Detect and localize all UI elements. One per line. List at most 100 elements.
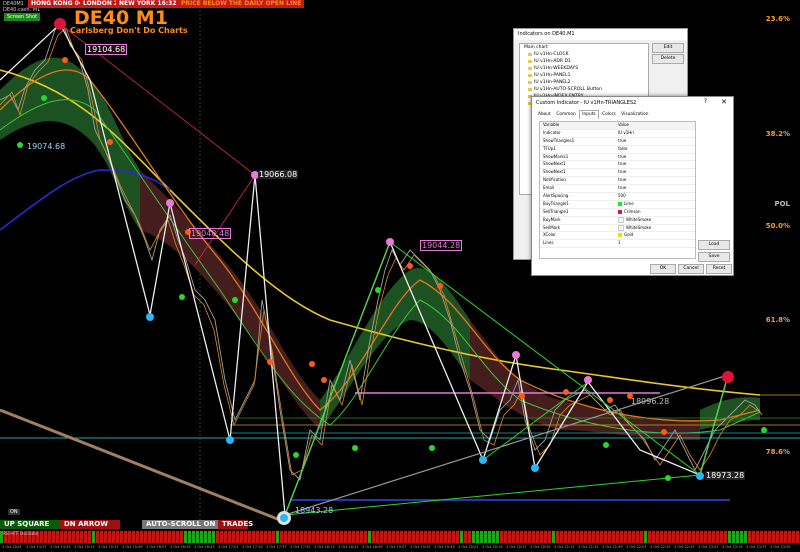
time-label: 3 Oct 17:19 [242, 545, 263, 549]
tree-root[interactable]: Main chart [520, 44, 648, 51]
oscillator-bar [120, 531, 123, 543]
oscillator-bar [128, 531, 131, 543]
oscillator-bar [420, 531, 423, 543]
time-label: 3 Oct 17:55 [290, 545, 311, 549]
dialog-tabs[interactable]: About Common Inputs Colors Visualization [536, 110, 650, 119]
oscillator-bar [708, 531, 711, 543]
oscillator-bar [352, 531, 355, 543]
reset-button[interactable]: Reset [706, 264, 732, 274]
tab-inputs[interactable]: Inputs [579, 110, 599, 119]
pol-label: POL [774, 200, 790, 208]
tab-visualization[interactable]: Visualization [619, 111, 650, 119]
oscillator-bar [100, 531, 103, 543]
grid-row[interactable]: TFUp1 false [540, 146, 695, 154]
grid-row[interactable]: AlertSpacing 500 [540, 193, 695, 201]
oscillator-bar [520, 531, 523, 543]
custom-indicator-dialog[interactable]: Custom Indicator - IU v1Hn-TRIANGLES2 ? … [531, 96, 734, 276]
oscillator-bar [164, 531, 167, 543]
grid-row[interactable]: Email true [540, 185, 695, 194]
tree-item[interactable]: IU v1Hn-WEEKDAYS [520, 65, 648, 72]
on-toggle[interactable]: ON [8, 509, 20, 515]
grid-row[interactable]: Indicator IU v1Hn [540, 130, 695, 138]
trades-button[interactable]: TRADES [218, 520, 253, 529]
oscillator-bar [744, 531, 747, 543]
oscillator-bar [196, 531, 199, 543]
oscillator-bar [796, 531, 799, 543]
oscillator-bar [76, 531, 79, 543]
oscillator-bar [256, 531, 259, 543]
price-label-6: 18996.28 [631, 397, 670, 406]
time-label: 3 Oct 16:25 [170, 545, 191, 549]
grid-row[interactable]: BuyTriangle1 Lime [540, 201, 695, 209]
subwindow-label: RSI HTF Oscillator [3, 531, 39, 536]
dn-arrow-button[interactable]: DN ARROW [60, 520, 120, 529]
tree-item[interactable]: IU v1Hn-ADR D1 [520, 58, 648, 65]
tree-item[interactable]: IU v1Hn-CLOCK [520, 51, 648, 58]
time-label: 3 Oct 18:13 [314, 545, 335, 549]
oscillator-bar [40, 531, 43, 543]
oscillator-bar [660, 531, 663, 543]
oscillator-bar [604, 531, 607, 543]
save-button[interactable]: Save [698, 252, 730, 262]
lime-swatch [618, 201, 622, 206]
inputs-grid[interactable]: Variable Value Indicator IU v1Hn ShowTrian… [539, 121, 696, 259]
ok-button[interactable]: OK [650, 264, 676, 274]
close-icon[interactable]: ✕ [721, 98, 727, 106]
grid-row[interactable]: BuyMark WhiteSmoke [540, 216, 695, 225]
oscillator-bar [516, 531, 519, 543]
grid-row[interactable]: ShowTriangles1 true [540, 138, 695, 146]
oscillator-bar [80, 531, 83, 543]
tree-item[interactable]: IU v1Hn-AUTO-SCROLL Button [520, 86, 648, 93]
load-button[interactable]: Load [698, 240, 730, 250]
oscillator-bar [416, 531, 419, 543]
grid-row[interactable]: SellTriangle1 Crimson [540, 209, 695, 217]
grid-row[interactable]: Lines 1 [540, 240, 695, 249]
time-label: 3 Oct 16:43 [194, 545, 215, 549]
oscillator-bar [656, 531, 659, 543]
tab-colors[interactable]: Colors [600, 111, 617, 119]
oscillator-bar [112, 531, 115, 543]
oscillator-bar [392, 531, 395, 543]
grid-row[interactable]: XColor Gold [540, 232, 695, 241]
time-label: 3 Oct 21:49 [602, 545, 623, 549]
indicator-icon [528, 74, 532, 77]
oscillator-bar [224, 531, 227, 543]
oscillator-bar [628, 531, 631, 543]
oscillator-bar [596, 531, 599, 543]
oscillator-bar [600, 531, 603, 543]
oscillator-bar [460, 531, 463, 543]
oscillator-bar [280, 531, 283, 543]
grid-row[interactable]: ShowNext1 true [540, 161, 695, 170]
grid-row[interactable]: SellMark WhiteSmoke [540, 224, 695, 233]
up-square-button[interactable]: UP SQUARE [0, 520, 60, 529]
tab-common[interactable]: Common [554, 111, 577, 119]
oscillator-bar [336, 531, 339, 543]
auto-scroll-button[interactable]: AUTO-SCROLL ON [142, 520, 220, 529]
oscillator-bar [672, 531, 675, 543]
oscillator-bar [428, 531, 431, 543]
screenshot-button[interactable]: Screen Shot [4, 13, 41, 21]
oscillator-bar [756, 531, 759, 543]
edit-button[interactable]: Edit [652, 43, 684, 53]
oscillator-bar [752, 531, 755, 543]
grid-row[interactable]: Notification true [540, 177, 695, 186]
oscillator-bar [436, 531, 439, 543]
oscillator-bar [476, 531, 479, 543]
oscillator-bar [156, 531, 159, 543]
grid-row[interactable]: ShowNext1 true [540, 169, 695, 178]
oscillator-bar [592, 531, 595, 543]
delete-button[interactable]: Delete [652, 54, 684, 64]
tab-about[interactable]: About [536, 111, 553, 119]
tree-item[interactable]: IU v1Hn-PANEL1 [520, 72, 648, 79]
cancel-button[interactable]: Cancel [678, 264, 704, 274]
grid-row[interactable]: ShowMarks1 true [540, 154, 695, 162]
time-label: 3 Oct 16:07 [146, 545, 167, 549]
price-label-2: 19074.68 [27, 142, 66, 151]
oscillator-bar [696, 531, 699, 543]
oscillator-bar [216, 531, 219, 543]
oscillator-bar [240, 531, 243, 543]
oscillator-bar [60, 531, 63, 543]
help-icon[interactable]: ? [704, 98, 707, 105]
tree-item[interactable]: IU v1Hn-PANEL2 [520, 79, 648, 86]
oscillator-bar [268, 531, 271, 543]
